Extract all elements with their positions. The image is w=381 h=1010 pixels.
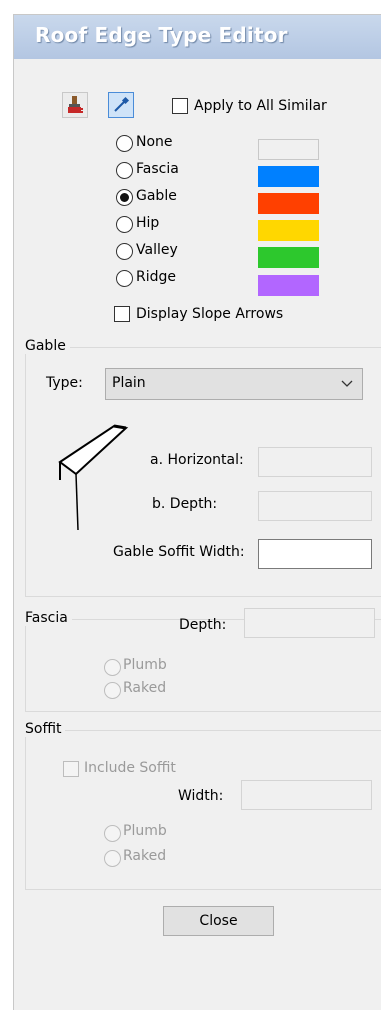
gable-group-title: Gable [25,338,70,354]
radio-selected-dot [120,193,129,202]
gable-type-select[interactable]: Plain [105,368,363,400]
fascia-depth-field[interactable] [244,608,375,638]
radio-fascia-label: Fascia [136,161,179,177]
gable-soffit-width-field[interactable] [258,539,372,569]
gable-profile-diagram-icon [58,424,129,531]
fascia-depth-label: Depth: [179,617,227,633]
depth-label: b. Depth: [152,496,218,512]
close-button-label: Close [199,913,238,929]
gable-type-label: Type: [46,375,83,391]
soffit-raked-radio[interactable] [104,850,121,867]
radio-gable[interactable] [116,189,133,206]
fascia-group-title: Fascia [25,610,72,626]
apply-all-label: Apply to All Similar [194,98,327,114]
window-title: Roof Edge Type Editor [35,23,288,47]
radio-valley-label: Valley [136,242,178,258]
gable-soffit-width-label: Gable Soffit Width: [113,544,245,560]
swatch-hip [258,220,319,241]
soffit-width-label: Width: [178,788,224,804]
swatch-fascia [258,166,319,187]
include-soffit-checkbox[interactable] [63,761,79,777]
radio-ridge[interactable] [116,270,133,287]
radio-none-label: None [136,134,173,150]
radio-gable-label: Gable [136,188,177,204]
swatch-ridge [258,275,319,296]
radio-none[interactable] [116,135,133,152]
horizontal-field[interactable] [258,447,372,477]
soffit-group [25,730,381,890]
chevron-down-icon [341,380,353,387]
radio-hip-label: Hip [136,215,160,231]
display-slope-arrows-checkbox[interactable] [114,306,130,322]
fascia-raked-label: Raked [123,680,167,696]
radio-ridge-label: Ridge [136,269,177,285]
eyedropper-tool-button[interactable] [108,92,134,118]
eyedropper-icon [114,96,130,112]
paint-tool-button[interactable] [62,92,88,118]
paintbrush-icon [68,96,83,113]
depth-field[interactable] [258,491,372,521]
close-button[interactable]: Close [163,906,274,936]
soffit-group-title: Soffit [25,721,66,737]
soffit-raked-label: Raked [123,848,167,864]
soffit-width-field[interactable] [241,780,372,810]
swatch-none [258,139,319,160]
radio-fascia[interactable] [116,162,133,179]
soffit-plumb-label: Plumb [123,823,167,839]
horizontal-label: a. Horizontal: [150,452,244,468]
radio-valley[interactable] [116,243,133,260]
fascia-plumb-radio[interactable] [104,659,121,676]
apply-all-checkbox[interactable] [172,98,188,114]
title-bar: Roof Edge Type Editor [14,15,381,59]
display-slope-arrows-label: Display Slope Arrows [136,306,284,322]
swatch-gable [258,193,319,214]
gable-type-value: Plain [112,375,146,391]
swatch-valley [258,247,319,268]
soffit-plumb-radio[interactable] [104,825,121,842]
fascia-plumb-label: Plumb [123,657,167,673]
include-soffit-label: Include Soffit [84,760,176,776]
fascia-raked-radio[interactable] [104,682,121,699]
radio-hip[interactable] [116,216,133,233]
